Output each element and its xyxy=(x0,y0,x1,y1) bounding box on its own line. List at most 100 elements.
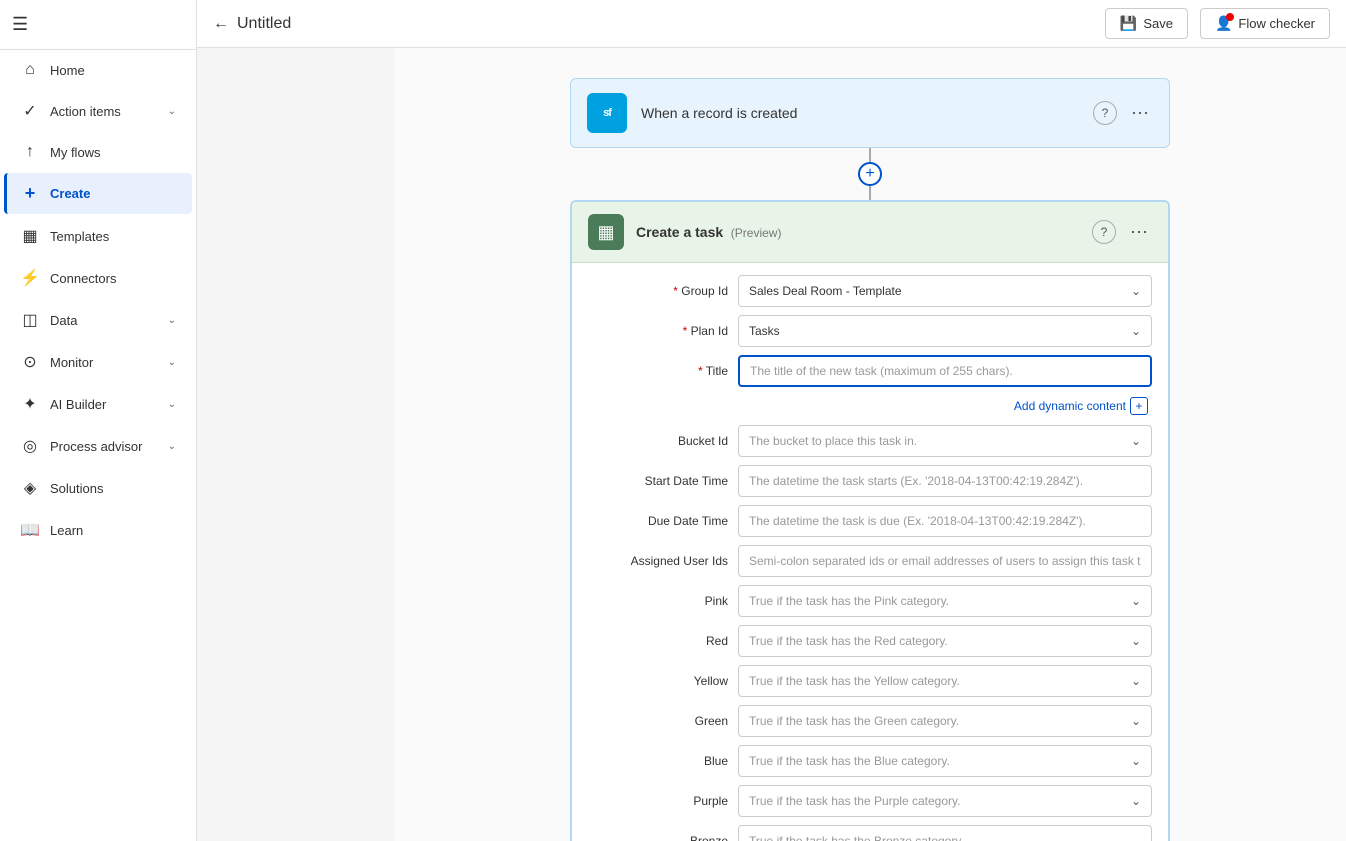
form-control-bucket-id[interactable]: The bucket to place this task in. ⌄ xyxy=(738,425,1152,457)
back-button[interactable]: ← xyxy=(213,15,229,33)
sidebar-item-label: Create xyxy=(50,186,90,201)
input-assigned-user-ids[interactable] xyxy=(749,554,1141,568)
form-label-start-date-time: Start Date Time xyxy=(588,474,728,488)
form-row-bronze: BronzeTrue if the task has the Bronze ca… xyxy=(588,825,1152,841)
page-title: Untitled xyxy=(237,15,291,33)
dropdown-value-yellow: True if the task has the Yellow category… xyxy=(749,674,1127,688)
input-start-date-time[interactable] xyxy=(749,474,1141,488)
dropdown-value-red: True if the task has the Red category. xyxy=(749,634,1127,648)
input-title[interactable] xyxy=(750,364,1140,378)
salesforce-trigger-icon: sf xyxy=(587,93,627,133)
sidebar-item-learn[interactable]: 📖 Learn xyxy=(4,510,192,550)
sidebar-item-label: Connectors xyxy=(50,271,116,286)
sidebar-item-action-items[interactable]: ✓ Action items ⌄ xyxy=(4,91,192,131)
sidebar-item-home[interactable]: ⌂ Home xyxy=(4,51,192,89)
form-control-green[interactable]: True if the task has the Green category.… xyxy=(738,705,1152,737)
ai-builder-icon: ✦ xyxy=(20,394,40,414)
form-control-due-date-time[interactable] xyxy=(738,505,1152,537)
add-dynamic-plus-icon[interactable]: + xyxy=(1130,397,1148,415)
action-help-button[interactable]: ? xyxy=(1092,220,1116,244)
flow-checker-label: Flow checker xyxy=(1238,16,1315,31)
form-control-purple[interactable]: True if the task has the Purple category… xyxy=(738,785,1152,817)
flow-checker-button[interactable]: 👤 Flow checker xyxy=(1200,8,1330,39)
chevron-down-icon: ⌄ xyxy=(1131,594,1141,608)
action-preview-label: (Preview) xyxy=(731,226,782,240)
form-control-group-id[interactable]: Sales Deal Room - Template⌄ xyxy=(738,275,1152,307)
solutions-icon: ◈ xyxy=(20,478,40,498)
dropdown-value-plan-id: Tasks xyxy=(749,324,1127,338)
sf-logo: sf xyxy=(603,107,611,119)
planner-icon: ▦ xyxy=(597,222,614,243)
form-control-blue[interactable]: True if the task has the Blue category. ⌄ xyxy=(738,745,1152,777)
sidebar-item-label: AI Builder xyxy=(50,397,106,412)
action-form-body: Group IdSales Deal Room - Template⌄Plan … xyxy=(572,263,1168,841)
form-control-plan-id[interactable]: Tasks⌄ xyxy=(738,315,1152,347)
form-control-assigned-user-ids[interactable] xyxy=(738,545,1152,577)
dropdown-value-blue: True if the task has the Blue category. xyxy=(749,754,1127,768)
trigger-help-button[interactable]: ? xyxy=(1093,101,1117,125)
connector-line-bottom xyxy=(869,186,871,200)
form-label-title: Title xyxy=(588,364,728,378)
action-title: Create a task xyxy=(636,224,723,240)
dropdown-value-green: True if the task has the Green category. xyxy=(749,714,1127,728)
sidebar-item-process-advisor[interactable]: ◎ Process advisor ⌄ xyxy=(4,426,192,466)
form-label-green: Green xyxy=(588,714,728,728)
chevron-down-icon: ⌄ xyxy=(1131,674,1141,688)
action-block-actions: ? ⋯ xyxy=(1092,220,1152,245)
trigger-block: sf When a record is created ? ⋯ xyxy=(570,78,1170,148)
form-row-group-id: Group Id Sales Deal Room - Template⌄ xyxy=(588,275,1152,307)
sidebar-item-data[interactable]: ◫ Data ⌄ xyxy=(4,300,192,340)
chevron-down-icon: ⌄ xyxy=(168,399,176,410)
chevron-down-icon: ⌄ xyxy=(1131,434,1141,448)
chevron-down-icon: ⌄ xyxy=(168,315,176,326)
flow-checker-icon-container: 👤 xyxy=(1215,15,1232,32)
sidebar-item-templates[interactable]: ▦ Templates xyxy=(4,216,192,256)
form-control-pink[interactable]: True if the task has the Pink category.⌄ xyxy=(738,585,1152,617)
form-control-start-date-time[interactable] xyxy=(738,465,1152,497)
sidebar-item-create[interactable]: + Create xyxy=(4,173,192,214)
form-row-plan-id: Plan Id Tasks⌄ xyxy=(588,315,1152,347)
sidebar-item-label: Monitor xyxy=(50,355,93,370)
save-label: Save xyxy=(1143,16,1173,31)
input-due-date-time[interactable] xyxy=(749,514,1141,528)
sidebar-item-my-flows[interactable]: ↑ My flows xyxy=(4,133,192,171)
form-control-bronze[interactable]: True if the task has the Bronze category… xyxy=(738,825,1152,841)
add-dynamic-content-text: Add dynamic content xyxy=(1014,399,1126,413)
trigger-more-button[interactable]: ⋯ xyxy=(1127,101,1153,126)
sidebar-item-monitor[interactable]: ⊙ Monitor ⌄ xyxy=(4,342,192,382)
add-dynamic-content-link[interactable]: Add dynamic content + xyxy=(748,397,1152,415)
process-advisor-icon: ◎ xyxy=(20,436,40,456)
form-control-title[interactable] xyxy=(738,355,1152,387)
learn-icon: 📖 xyxy=(20,520,40,540)
action-block: ▦ Create a task (Preview) ? ⋯ Group Id Sa… xyxy=(570,200,1170,841)
form-row-due-date-time: Due Date Time xyxy=(588,505,1152,537)
chevron-down-icon: ⌄ xyxy=(168,441,176,452)
sidebar-item-solutions[interactable]: ◈ Solutions xyxy=(4,468,192,508)
dropdown-value-group-id: Sales Deal Room - Template xyxy=(749,284,1127,298)
sidebar-item-connectors[interactable]: ⚡ Connectors xyxy=(4,258,192,298)
form-label-plan-id: Plan Id xyxy=(588,324,728,338)
form-control-yellow[interactable]: True if the task has the Yellow category… xyxy=(738,665,1152,697)
form-row-blue: BlueTrue if the task has the Blue catego… xyxy=(588,745,1152,777)
action-block-header: ▦ Create a task (Preview) ? ⋯ xyxy=(572,202,1168,263)
chevron-down-icon: ⌄ xyxy=(168,357,176,368)
form-label-yellow: Yellow xyxy=(588,674,728,688)
form-label-group-id: Group Id xyxy=(588,284,728,298)
dropdown-value-bucket-id: The bucket to place this task in. xyxy=(749,434,1127,448)
sidebar-item-label: Action items xyxy=(50,104,121,119)
planner-action-icon: ▦ xyxy=(588,214,624,250)
trigger-block-actions: ? ⋯ xyxy=(1093,101,1153,126)
add-step-button[interactable]: + xyxy=(858,162,882,186)
chevron-down-icon: ⌄ xyxy=(1131,754,1141,768)
form-control-red[interactable]: True if the task has the Red category.⌄ xyxy=(738,625,1152,657)
sidebar-item-ai-builder[interactable]: ✦ AI Builder ⌄ xyxy=(4,384,192,424)
sidebar-item-label: Data xyxy=(50,313,77,328)
save-button[interactable]: 💾 Save xyxy=(1105,8,1188,39)
action-more-button[interactable]: ⋯ xyxy=(1126,220,1152,245)
chevron-down-icon: ⌄ xyxy=(1131,714,1141,728)
monitor-icon: ⊙ xyxy=(20,352,40,372)
chevron-down-icon: ⌄ xyxy=(168,106,176,117)
sidebar-item-label: Templates xyxy=(50,229,109,244)
hamburger-icon[interactable]: ☰ xyxy=(8,10,32,39)
form-row-red: RedTrue if the task has the Red category… xyxy=(588,625,1152,657)
